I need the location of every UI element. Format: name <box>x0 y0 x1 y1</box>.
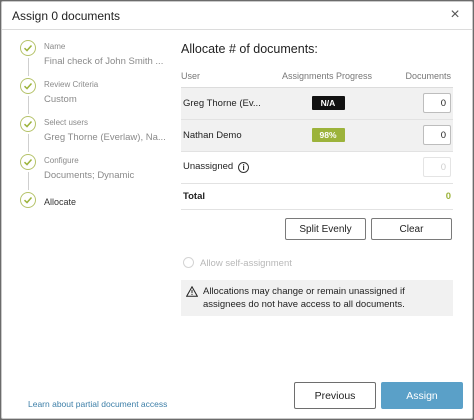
step-value: Greg Thorne (Everlaw), Na... <box>44 132 166 143</box>
documents-input[interactable] <box>423 93 451 113</box>
step-allocate[interactable]: Allocate <box>18 190 168 226</box>
table-row: Nathan Demo 98% <box>181 119 453 152</box>
step-select-users[interactable]: Select users Greg Thorne (Everlaw), Na..… <box>18 114 168 150</box>
table-row: Greg Thorne (Ev... N/A <box>181 87 453 120</box>
step-label: Name <box>44 42 66 51</box>
step-review-criteria[interactable]: Review Criteria Custom <box>18 76 168 112</box>
user-name: Unassigned <box>183 161 234 172</box>
documents-input[interactable] <box>423 125 451 145</box>
check-icon <box>20 154 36 170</box>
step-value: Final check of John Smith ... <box>44 56 164 67</box>
total-row: Total 0 <box>181 183 453 210</box>
step-value: Documents; Dynamic <box>44 170 135 181</box>
split-evenly-button[interactable]: Split Evenly <box>285 218 366 240</box>
step-label: Select users <box>44 118 89 127</box>
previous-button[interactable]: Previous <box>294 382 376 409</box>
allocation-table: User Assignments Progress Documents Greg… <box>181 65 453 210</box>
assign-dialog: Assign 0 documents × Name Final check of… <box>1 1 473 419</box>
learn-partial-access-link[interactable]: Learn about partial document access <box>28 399 167 409</box>
allow-self-assignment-toggle[interactable]: Allow self-assignment <box>183 257 292 269</box>
check-icon <box>20 78 36 94</box>
check-icon <box>20 40 36 56</box>
self-assign-label: Allow self-assignment <box>200 258 292 269</box>
check-icon <box>20 116 36 132</box>
user-name: Greg Thorne (Ev... <box>181 87 271 120</box>
progress-badge: N/A <box>311 96 345 110</box>
table-row: Unassigned i <box>181 151 453 184</box>
info-icon[interactable]: i <box>238 162 250 173</box>
warning-banner: Allocations may change or remain unassig… <box>181 280 453 316</box>
column-header-user: User <box>181 65 271 88</box>
warning-text: Allocations may change or remain unassig… <box>203 286 405 310</box>
column-header-progress: Assignments Progress <box>271 65 383 88</box>
allocate-panel: Allocate # of documents: User Assignment… <box>181 38 453 316</box>
step-label: Allocate <box>44 197 77 207</box>
progress-badge: 98% <box>311 128 345 142</box>
total-label: Total <box>181 183 271 210</box>
step-value: Custom <box>44 94 77 105</box>
step-label: Configure <box>44 156 79 165</box>
dialog-title: Assign 0 documents <box>12 9 121 23</box>
column-header-documents: Documents <box>383 65 453 88</box>
assign-button[interactable]: Assign <box>381 382 463 409</box>
step-name[interactable]: Name Final check of John Smith ... <box>18 38 168 74</box>
warning-icon <box>186 286 198 297</box>
close-icon[interactable]: × <box>448 7 462 23</box>
panel-heading: Allocate # of documents: <box>181 42 318 56</box>
step-label: Review Criteria <box>44 80 99 89</box>
clear-button[interactable]: Clear <box>371 218 452 240</box>
user-name: Nathan Demo <box>181 119 271 152</box>
dialog-titlebar: Assign 0 documents × <box>2 2 472 30</box>
total-value: 0 <box>383 183 453 210</box>
toggle-icon <box>183 257 194 268</box>
step-configure[interactable]: Configure Documents; Dynamic <box>18 152 168 188</box>
unassigned-documents-input <box>423 157 451 177</box>
check-icon <box>20 192 36 208</box>
